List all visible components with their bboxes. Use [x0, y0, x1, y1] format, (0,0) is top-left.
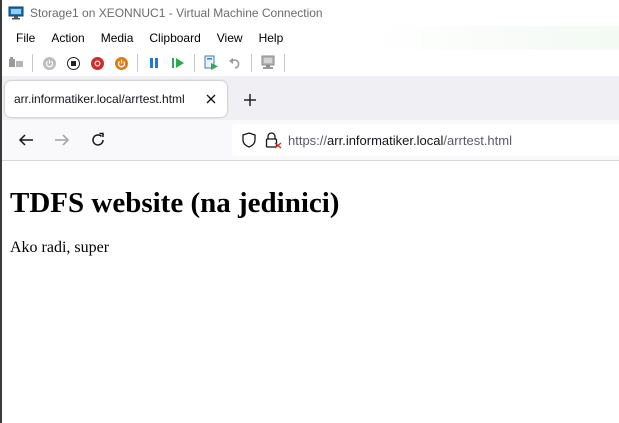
- vm-title-bar: Storage1 on XEONNUC1 - Virtual Machine C…: [2, 0, 619, 26]
- vm-connection-icon: [8, 6, 24, 20]
- menu-help[interactable]: Help: [251, 26, 292, 50]
- menu-action[interactable]: Action: [43, 26, 92, 50]
- toolbar-separator: [32, 54, 33, 72]
- url-scheme: https://: [288, 132, 328, 148]
- reload-icon[interactable]: [86, 128, 110, 152]
- menu-view[interactable]: View: [209, 26, 251, 50]
- page-content: TDFS website (na jedinici) Ako radi, sup…: [2, 161, 619, 423]
- url-bar[interactable]: https://arr.informatiker.local/arrtest.h…: [232, 124, 619, 156]
- browser-tab-strip: arr.informatiker.local/arrtest.html: [2, 76, 619, 120]
- checkpoint-icon[interactable]: [201, 53, 221, 73]
- forward-icon[interactable]: [50, 128, 74, 152]
- menu-clipboard[interactable]: Clipboard: [141, 26, 208, 50]
- ctrl-alt-del-icon[interactable]: [6, 53, 26, 73]
- pause-icon[interactable]: [144, 53, 164, 73]
- url-path: /arrtest.html: [443, 132, 512, 148]
- power-icon[interactable]: [111, 53, 131, 73]
- page-heading: TDFS website (na jedinici): [10, 187, 340, 219]
- revert-icon[interactable]: [225, 53, 245, 73]
- toolbar-separator: [251, 54, 252, 72]
- vm-window-title: Storage1 on XEONNUC1 - Virtual Machine C…: [30, 6, 323, 20]
- shutdown-icon[interactable]: [87, 53, 107, 73]
- url-text: https://arr.informatiker.local/arrtest.h…: [288, 133, 512, 148]
- browser-nav-bar: https://arr.informatiker.local/arrtest.h…: [2, 120, 619, 161]
- url-host: arr.informatiker.local: [327, 132, 444, 148]
- tab-title: arr.informatiker.local/arrtest.html: [14, 92, 185, 106]
- menu-media[interactable]: Media: [93, 26, 142, 50]
- toolbar-separator: [137, 54, 138, 72]
- toolbar-separator: [284, 54, 285, 72]
- enhanced-session-icon[interactable]: [258, 53, 278, 73]
- connection-lock-icon[interactable]: [264, 131, 282, 149]
- new-tab-icon[interactable]: [238, 88, 262, 112]
- toolbar-separator: [194, 54, 195, 72]
- vm-toolbar: [2, 50, 619, 76]
- resume-icon[interactable]: [168, 53, 188, 73]
- menu-file[interactable]: File: [8, 26, 43, 50]
- vm-menu-bar: File Action Media Clipboard View Help: [2, 26, 619, 50]
- browser-tab-active[interactable]: arr.informatiker.local/arrtest.html: [5, 81, 227, 117]
- tracking-shield-icon[interactable]: [242, 132, 256, 148]
- back-icon[interactable]: [14, 128, 38, 152]
- turn-off-icon[interactable]: [63, 53, 83, 73]
- start-icon[interactable]: [39, 53, 59, 73]
- page-paragraph: Ako radi, super: [10, 239, 110, 256]
- tab-close-icon[interactable]: [199, 87, 223, 111]
